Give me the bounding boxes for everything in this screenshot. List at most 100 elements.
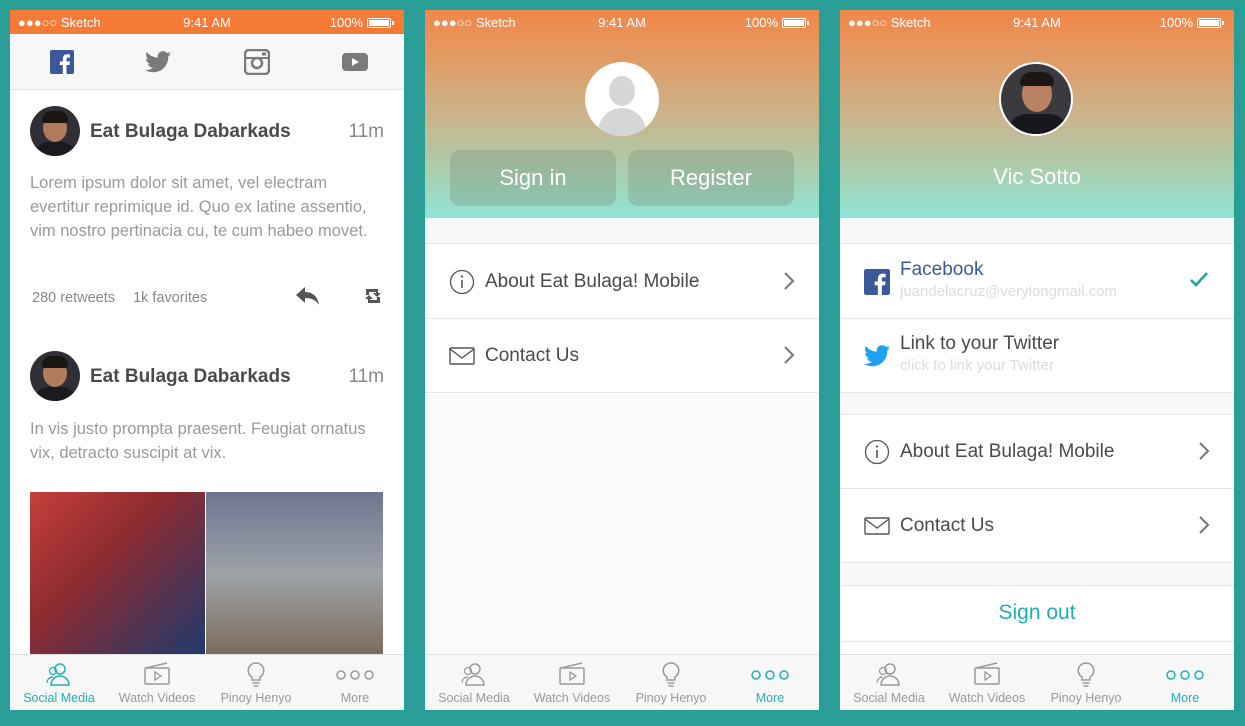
- post-photo[interactable]: [30, 492, 383, 654]
- post-body: Lorem ipsum dolor sit amet, vel electram…: [30, 174, 368, 240]
- menu-item-contact[interactable]: Contact Us: [425, 319, 819, 393]
- battery-icon: [1197, 17, 1221, 28]
- menu-item-label: About Eat Bulaga! Mobile: [900, 441, 1115, 462]
- avatar-placeholder-icon: [585, 62, 659, 136]
- chevron-right-icon: [784, 346, 795, 364]
- menu-item-label: Contact Us: [900, 515, 994, 536]
- facebook-icon[interactable]: [48, 48, 76, 76]
- lightbulb-icon: [247, 662, 265, 687]
- facebook-icon: [864, 269, 890, 295]
- sign-out-label: Sign out: [998, 601, 1076, 624]
- chevron-right-icon: [1199, 442, 1210, 460]
- reply-icon[interactable]: [295, 285, 321, 307]
- tab-pinoy-henyo[interactable]: Pinoy Henyo: [1037, 655, 1135, 710]
- account-row-twitter[interactable]: Link to your Twitter click to link your …: [840, 319, 1234, 393]
- more-icon: [1166, 670, 1204, 680]
- bottom-tab-bar: Social Media Watch Videos Pinoy Henyo Mo…: [425, 654, 819, 710]
- tab-more[interactable]: More: [306, 655, 404, 710]
- profile-header: ●●●○○ Sketch 9:41 AM 100% Sign in Regist…: [425, 10, 819, 218]
- tab-pinoy-henyo[interactable]: Pinoy Henyo: [622, 655, 720, 710]
- mail-icon: [864, 517, 890, 535]
- feed-post[interactable]: Eat Bulaga Dabarkads 11m In vis justo pr…: [10, 336, 404, 654]
- register-button[interactable]: Register: [628, 150, 794, 206]
- status-bar: ●●●○○ Sketch 9:41 AM 100%: [425, 10, 819, 34]
- menu-item-about[interactable]: About Eat Bulaga! Mobile: [840, 415, 1234, 489]
- chevron-right-icon: [1199, 516, 1210, 534]
- tab-watch-videos[interactable]: Watch Videos: [523, 655, 621, 710]
- video-icon: [559, 662, 585, 685]
- people-icon: [46, 663, 70, 686]
- twitter-icon[interactable]: [144, 48, 172, 76]
- tab-watch-videos[interactable]: Watch Videos: [108, 655, 206, 710]
- post-author[interactable]: Eat Bulaga Dabarkads: [90, 121, 291, 143]
- menu-item-label: About Eat Bulaga! Mobile: [485, 271, 700, 292]
- status-bar: ●●●○○ Sketch 9:41 AM 100%: [10, 10, 404, 34]
- favorite-count[interactable]: 1k favorites: [133, 290, 207, 306]
- retweet-icon[interactable]: [361, 285, 387, 307]
- phone-more-guest: ●●●○○ Sketch 9:41 AM 100% Sign in Regist…: [425, 10, 819, 710]
- post-timestamp: 11m: [348, 121, 384, 142]
- video-icon: [144, 662, 170, 685]
- feed-post[interactable]: Eat Bulaga Dabarkads 11m Lorem ipsum dol…: [10, 91, 404, 331]
- sign-in-button[interactable]: Sign in: [450, 150, 616, 206]
- post-body: In vis justo prompta praesent. Feugiat o…: [30, 420, 366, 462]
- info-icon: [864, 439, 890, 465]
- battery-percent: 100%: [329, 15, 363, 30]
- tab-social-media[interactable]: Social Media: [10, 655, 108, 710]
- account-row-facebook[interactable]: Facebook juandelacruz@verylongmail.com: [840, 245, 1234, 319]
- tab-more[interactable]: More: [721, 655, 819, 710]
- video-icon: [974, 662, 1000, 685]
- phone-more-profile: ●●●○○ Sketch 9:41 AM 100% Vic Sotto Face…: [840, 10, 1234, 710]
- chevron-right-icon: [784, 272, 795, 290]
- account-subtitle: click to link your Twitter: [900, 357, 1054, 374]
- tab-social-media[interactable]: Social Media: [425, 655, 523, 710]
- menu-item-label: Contact Us: [485, 345, 579, 366]
- section-spacer: [840, 218, 1234, 244]
- more-icon: [336, 670, 374, 680]
- social-network-tabs: [10, 34, 404, 90]
- tab-pinoy-henyo[interactable]: Pinoy Henyo: [207, 655, 305, 710]
- section-spacer: [840, 563, 1234, 586]
- post-author[interactable]: Eat Bulaga Dabarkads: [90, 366, 291, 388]
- profile-avatar[interactable]: [999, 62, 1073, 136]
- bottom-tab-bar: Social Media Watch Videos Pinoy Henyo Mo…: [840, 654, 1234, 710]
- photo-panel-right: [206, 492, 383, 654]
- twitter-icon: [864, 345, 890, 367]
- post-timestamp: 11m: [348, 366, 384, 387]
- lightbulb-icon: [662, 662, 680, 687]
- account-subtitle: juandelacruz@verylongmail.com: [900, 283, 1117, 300]
- bottom-tab-bar: Social Media Watch Videos Pinoy Henyo Mo…: [10, 654, 404, 710]
- profile-header: ●●●○○ Sketch 9:41 AM 100% Vic Sotto: [840, 10, 1234, 218]
- tab-social-media[interactable]: Social Media: [840, 655, 938, 710]
- avatar: [30, 106, 80, 156]
- photo-panel-left: [30, 492, 205, 654]
- people-icon: [876, 663, 900, 686]
- account-title: Facebook: [900, 259, 984, 280]
- phone-social-feed: ●●●○○ Sketch 9:41 AM 100% Eat Bulaga Dab…: [10, 10, 404, 710]
- youtube-icon[interactable]: [341, 48, 369, 76]
- status-bar: ●●●○○ Sketch 9:41 AM 100%: [840, 10, 1234, 34]
- people-icon: [461, 663, 485, 686]
- tab-more[interactable]: More: [1136, 655, 1234, 710]
- more-icon: [751, 670, 789, 680]
- mail-icon: [449, 347, 475, 365]
- avatar: [30, 351, 80, 401]
- sign-out-button[interactable]: Sign out: [840, 586, 1234, 642]
- section-spacer: [840, 393, 1234, 415]
- tab-watch-videos[interactable]: Watch Videos: [938, 655, 1036, 710]
- menu-item-about[interactable]: About Eat Bulaga! Mobile: [425, 245, 819, 319]
- info-icon: [449, 269, 475, 295]
- battery-percent: 100%: [1159, 15, 1193, 30]
- instagram-icon[interactable]: [243, 48, 271, 76]
- menu-item-contact[interactable]: Contact Us: [840, 489, 1234, 563]
- checkmark-icon: [1190, 272, 1208, 287]
- post-stats: 280 retweets 1k favorites: [32, 290, 221, 306]
- retweet-count[interactable]: 280 retweets: [32, 290, 115, 306]
- profile-name: Vic Sotto: [993, 164, 1081, 189]
- battery-icon: [367, 17, 391, 28]
- feed-list: Eat Bulaga Dabarkads 11m Lorem ipsum dol…: [10, 91, 404, 654]
- section-spacer: [425, 218, 819, 244]
- battery-icon: [782, 17, 806, 28]
- lightbulb-icon: [1077, 662, 1095, 687]
- battery-percent: 100%: [744, 15, 778, 30]
